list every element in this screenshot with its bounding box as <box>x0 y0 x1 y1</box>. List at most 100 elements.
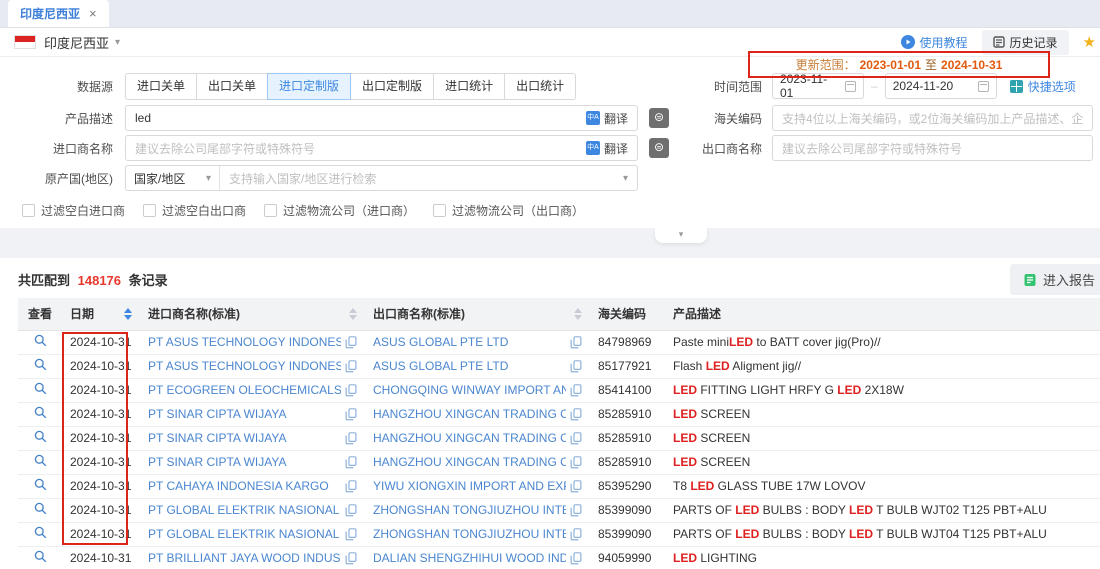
quick-options-link[interactable]: 快捷选项 <box>1010 78 1076 95</box>
data-source-option-5[interactable]: 进口统计 <box>433 73 505 100</box>
exclude-toggle-icon[interactable]: ⊜ <box>649 108 669 128</box>
sort-carets-icon[interactable] <box>349 308 357 320</box>
copy-icon[interactable] <box>570 528 582 541</box>
copy-icon[interactable] <box>570 336 582 349</box>
copy-icon[interactable] <box>345 360 357 373</box>
exclude-toggle-icon[interactable]: ⊜ <box>649 138 669 158</box>
importer-input[interactable]: 建议去除公司尾部字符或特殊符号 中A 翻译 <box>125 135 638 161</box>
origin-combo[interactable]: 国家/地区 ▾ 支持输入国家/地区进行检索 ▾ <box>125 165 638 191</box>
collapse-panel-handle[interactable]: ▾ <box>655 228 707 243</box>
filter-checkbox-2[interactable]: 过滤空白出口商 <box>143 202 246 219</box>
view-magnifier-icon[interactable] <box>34 454 47 467</box>
exporter-input[interactable]: 建议去除公司尾部字符或特殊符号 <box>772 135 1093 161</box>
data-source-option-1[interactable]: 进口关单 <box>125 73 197 100</box>
view-magnifier-icon[interactable] <box>34 382 47 395</box>
exporter-cell-link[interactable]: ZHONGSHAN TONGJIUZHOU INTERNA... <box>373 503 566 517</box>
exporter-cell-link[interactable]: CHONGQING WINWAY IMPORT AND E... <box>373 383 566 397</box>
exporter-cell-link[interactable]: DALIAN SHENGZHIHUI WOOD INDUST... <box>373 551 566 565</box>
view-cell[interactable] <box>18 474 62 498</box>
copy-icon[interactable] <box>345 456 357 469</box>
start-date-input[interactable]: 2023-11-01 <box>772 73 864 99</box>
copy-icon[interactable] <box>345 384 357 397</box>
filter-checkbox-4[interactable]: 过滤物流公司（出口商） <box>433 202 584 219</box>
importer-cell-link[interactable]: PT SINAR CIPTA WIJAYA <box>148 407 341 421</box>
copy-icon[interactable] <box>570 432 582 445</box>
view-magnifier-icon[interactable] <box>34 406 47 419</box>
copy-icon[interactable] <box>570 360 582 373</box>
filter-checkbox-1[interactable]: 过滤空白进口商 <box>22 202 125 219</box>
chevron-down-icon[interactable]: ▾ <box>115 37 120 48</box>
view-magnifier-icon[interactable] <box>34 526 47 539</box>
star-icon[interactable]: ★ <box>1083 33 1096 51</box>
copy-icon[interactable] <box>570 456 582 469</box>
exporter-cell-link[interactable]: ZHONGSHAN TONGJIUZHOU INTERNA... <box>373 527 566 541</box>
copy-icon[interactable] <box>570 552 582 565</box>
column-header-4[interactable]: 出口商名称(标准) <box>365 298 590 330</box>
column-header-2[interactable]: 日期 <box>62 298 140 330</box>
view-cell[interactable] <box>18 354 62 378</box>
view-magnifier-icon[interactable] <box>34 358 47 371</box>
view-cell[interactable] <box>18 426 62 450</box>
view-cell[interactable] <box>18 546 62 569</box>
tab-close-icon[interactable]: × <box>89 6 97 21</box>
hs-code-input[interactable]: 支持4位以上海关编码，或2位海关编码加上产品描述、企业名称的任意信息 <box>772 105 1093 131</box>
view-magnifier-icon[interactable] <box>34 502 47 515</box>
tutorial-link[interactable]: 使用教程 <box>901 34 968 51</box>
enter-report-button[interactable]: 进入报告 <box>1010 264 1100 295</box>
view-cell[interactable] <box>18 450 62 474</box>
data-source-option-2[interactable]: 出口关单 <box>196 73 268 100</box>
copy-icon[interactable] <box>345 408 357 421</box>
view-magnifier-icon[interactable] <box>34 430 47 443</box>
importer-cell-link[interactable]: PT CAHAYA INDONESIA KARGO <box>148 479 341 493</box>
data-source-option-4[interactable]: 出口定制版 <box>350 73 434 100</box>
copy-icon[interactable] <box>345 336 357 349</box>
view-cell[interactable] <box>18 378 62 402</box>
importer-cell-link[interactable]: PT GLOBAL ELEKTRIK NASIONAL <box>148 503 341 517</box>
copy-icon[interactable] <box>345 432 357 445</box>
view-cell[interactable] <box>18 522 62 546</box>
filter-checkbox-3[interactable]: 过滤物流公司（进口商） <box>264 202 415 219</box>
importer-cell-link[interactable]: PT ECOGREEN OLEOCHEMICALS <box>148 383 341 397</box>
importer-cell-link[interactable]: PT ASUS TECHNOLOGY INDONESIA BA... <box>148 335 341 349</box>
importer-cell-link[interactable]: PT SINAR CIPTA WIJAYA <box>148 455 341 469</box>
checkbox-icon[interactable] <box>433 204 446 217</box>
checkbox-icon[interactable] <box>143 204 156 217</box>
importer-cell-link[interactable]: PT ASUS TECHNOLOGY INDONESIA BA... <box>148 359 341 373</box>
checkbox-icon[interactable] <box>22 204 35 217</box>
data-source-option-3[interactable]: 进口定制版 <box>267 73 351 100</box>
exporter-cell-link[interactable]: YIWU XIONGXIN IMPORT AND EXPORT... <box>373 479 566 493</box>
importer-cell-link[interactable]: PT BRILLIANT JAYA WOOD INDUSTRY <box>148 551 341 565</box>
origin-select[interactable]: 国家/地区 ▾ <box>126 166 220 190</box>
copy-icon[interactable] <box>345 552 357 565</box>
exporter-cell-link[interactable]: ASUS GLOBAL PTE LTD <box>373 335 566 349</box>
exporter-cell-link[interactable]: ASUS GLOBAL PTE LTD <box>373 359 566 373</box>
view-magnifier-icon[interactable] <box>34 334 47 347</box>
copy-icon[interactable] <box>570 408 582 421</box>
view-cell[interactable] <box>18 498 62 522</box>
history-button[interactable]: 历史记录 <box>982 30 1069 55</box>
copy-icon[interactable] <box>345 504 357 517</box>
data-source-option-6[interactable]: 出口统计 <box>504 73 576 100</box>
product-desc-input[interactable]: led 中A 翻译 <box>125 105 638 131</box>
sort-carets-icon[interactable] <box>124 308 132 320</box>
view-magnifier-icon[interactable] <box>34 550 47 563</box>
translate-button[interactable]: 中A 翻译 <box>586 110 628 127</box>
importer-cell-link[interactable]: PT GLOBAL ELEKTRIK NASIONAL <box>148 527 341 541</box>
view-cell[interactable] <box>18 402 62 426</box>
view-magnifier-icon[interactable] <box>34 478 47 491</box>
copy-icon[interactable] <box>570 480 582 493</box>
exporter-cell-link[interactable]: HANGZHOU XINGCAN TRADING CO LTD <box>373 455 566 469</box>
column-header-3[interactable]: 进口商名称(标准) <box>140 298 365 330</box>
tab-indonesia[interactable]: 印度尼西亚 × <box>8 0 109 27</box>
copy-icon[interactable] <box>570 384 582 397</box>
importer-cell-link[interactable]: PT SINAR CIPTA WIJAYA <box>148 431 341 445</box>
exporter-cell-link[interactable]: HANGZHOU XINGCAN TRADING CO LTD <box>373 407 566 421</box>
translate-button[interactable]: 中A 翻译 <box>586 140 628 157</box>
exporter-cell-link[interactable]: HANGZHOU XINGCAN TRADING CO LTD <box>373 431 566 445</box>
checkbox-icon[interactable] <box>264 204 277 217</box>
view-cell[interactable] <box>18 330 62 354</box>
copy-icon[interactable] <box>345 528 357 541</box>
sort-carets-icon[interactable] <box>574 308 582 320</box>
copy-icon[interactable] <box>345 480 357 493</box>
end-date-input[interactable]: 2024-11-20 <box>885 73 997 99</box>
